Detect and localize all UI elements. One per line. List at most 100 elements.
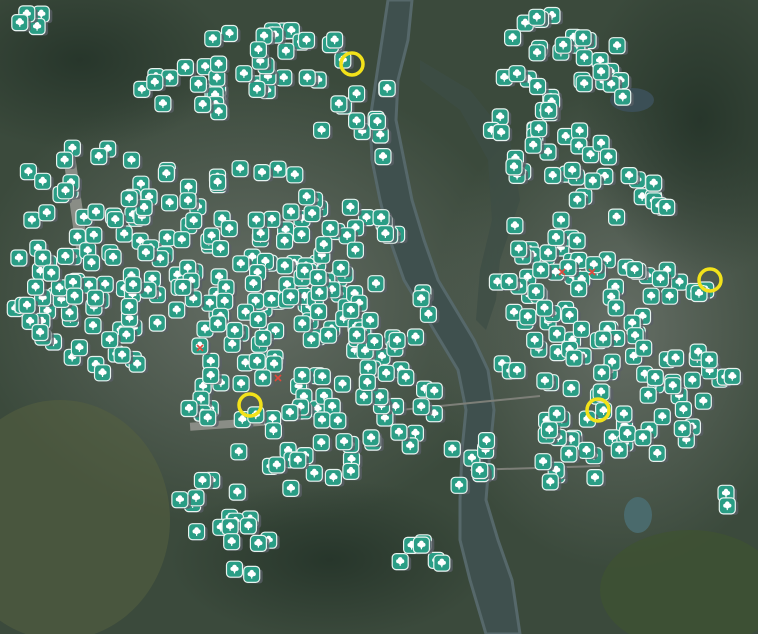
tree-marker[interactable] bbox=[377, 364, 398, 383]
tree-marker[interactable] bbox=[254, 329, 274, 348]
tree-marker[interactable] bbox=[547, 228, 567, 247]
tree-marker[interactable] bbox=[700, 351, 721, 369]
tree-marker[interactable] bbox=[249, 534, 270, 553]
tree-marker[interactable] bbox=[235, 65, 255, 83]
tree-marker[interactable] bbox=[220, 220, 241, 238]
tree-marker[interactable] bbox=[358, 373, 379, 392]
tree-marker[interactable] bbox=[161, 194, 181, 212]
tree-marker[interactable] bbox=[313, 368, 334, 386]
tree-marker[interactable] bbox=[253, 164, 273, 182]
tree-marker[interactable] bbox=[532, 261, 552, 279]
tree-marker[interactable] bbox=[376, 225, 397, 243]
tree-marker[interactable] bbox=[614, 88, 634, 107]
tree-marker[interactable] bbox=[492, 123, 513, 142]
tree-marker[interactable] bbox=[540, 421, 561, 439]
tree-marker[interactable] bbox=[527, 283, 547, 301]
tree-marker[interactable] bbox=[42, 264, 63, 283]
satellite-map-canvas[interactable] bbox=[0, 0, 758, 634]
tree-marker[interactable] bbox=[230, 443, 250, 461]
tree-marker[interactable] bbox=[683, 371, 704, 390]
tree-marker[interactable] bbox=[565, 349, 586, 368]
tree-marker[interactable] bbox=[362, 429, 383, 447]
tree-marker[interactable] bbox=[249, 311, 270, 329]
tree-marker[interactable] bbox=[223, 533, 243, 551]
tree-marker[interactable] bbox=[194, 95, 214, 114]
tree-marker[interactable] bbox=[536, 372, 556, 390]
tree-marker[interactable] bbox=[146, 73, 166, 92]
tree-marker[interactable] bbox=[31, 323, 52, 342]
tree-marker[interactable] bbox=[615, 405, 635, 423]
tree-marker[interactable] bbox=[524, 136, 545, 155]
tree-marker[interactable] bbox=[289, 451, 309, 470]
tree-marker[interactable] bbox=[443, 440, 464, 458]
tree-marker[interactable] bbox=[193, 471, 214, 490]
tree-marker[interactable] bbox=[86, 289, 107, 308]
tree-marker[interactable] bbox=[310, 303, 330, 321]
tree-marker[interactable] bbox=[367, 275, 387, 293]
tree-marker[interactable] bbox=[568, 191, 589, 210]
tree-marker[interactable] bbox=[232, 375, 253, 393]
tree-marker[interactable] bbox=[528, 77, 549, 96]
tree-marker[interactable] bbox=[70, 339, 91, 357]
tree-marker[interactable] bbox=[450, 476, 471, 495]
tree-marker[interactable] bbox=[26, 278, 47, 297]
tree-marker[interactable] bbox=[348, 85, 368, 103]
tree-marker[interactable] bbox=[534, 453, 555, 471]
tree-marker[interactable] bbox=[185, 212, 205, 230]
tree-marker[interactable] bbox=[568, 232, 589, 250]
tree-marker[interactable] bbox=[176, 58, 197, 77]
tree-marker[interactable] bbox=[148, 314, 169, 333]
tree-marker[interactable] bbox=[232, 255, 252, 273]
tree-marker[interactable] bbox=[292, 226, 313, 244]
tree-marker[interactable] bbox=[510, 240, 530, 258]
tree-marker[interactable] bbox=[117, 326, 138, 344]
tree-marker[interactable] bbox=[113, 346, 134, 365]
tree-marker[interactable] bbox=[10, 249, 30, 267]
tree-marker[interactable] bbox=[324, 468, 345, 487]
tree-marker[interactable] bbox=[585, 256, 605, 274]
tree-marker[interactable] bbox=[293, 366, 314, 385]
tree-marker[interactable] bbox=[673, 420, 694, 438]
tree-marker[interactable] bbox=[539, 244, 560, 262]
tree-marker[interactable] bbox=[226, 321, 246, 340]
tree-marker[interactable] bbox=[541, 473, 562, 491]
tree-marker[interactable] bbox=[124, 276, 145, 294]
tree-marker[interactable] bbox=[332, 259, 352, 278]
tree-marker[interactable] bbox=[243, 565, 263, 584]
tree-marker[interactable] bbox=[664, 377, 684, 395]
tree-marker[interactable] bbox=[528, 8, 548, 27]
tree-marker[interactable] bbox=[412, 536, 433, 555]
tree-marker[interactable] bbox=[645, 174, 665, 193]
tree-marker[interactable] bbox=[298, 69, 319, 87]
tree-marker[interactable] bbox=[220, 24, 241, 43]
tree-marker[interactable] bbox=[293, 315, 314, 333]
tree-marker[interactable] bbox=[562, 379, 583, 398]
tree-marker[interactable] bbox=[651, 270, 672, 288]
tree-marker[interactable] bbox=[374, 148, 394, 166]
tree-marker[interactable] bbox=[180, 399, 200, 418]
tree-marker[interactable] bbox=[56, 247, 77, 266]
tree-marker[interactable] bbox=[106, 211, 127, 229]
tree-marker[interactable] bbox=[653, 408, 674, 426]
tree-marker[interactable] bbox=[276, 257, 296, 275]
tree-marker[interactable] bbox=[607, 299, 628, 317]
tree-marker[interactable] bbox=[189, 75, 210, 94]
tree-marker[interactable] bbox=[120, 190, 141, 208]
tree-marker[interactable] bbox=[348, 326, 368, 344]
tree-marker[interactable] bbox=[390, 423, 410, 442]
tree-marker[interactable] bbox=[85, 226, 105, 245]
tree-marker[interactable] bbox=[500, 273, 521, 291]
tree-marker[interactable] bbox=[648, 444, 669, 463]
tree-marker[interactable] bbox=[346, 241, 367, 260]
tree-marker[interactable] bbox=[625, 261, 646, 279]
tree-marker[interactable] bbox=[228, 483, 249, 502]
tree-marker[interactable] bbox=[209, 315, 229, 333]
tree-marker[interactable] bbox=[540, 101, 560, 120]
tree-marker[interactable] bbox=[204, 30, 224, 48]
tree-marker[interactable] bbox=[248, 352, 269, 371]
tree-marker[interactable] bbox=[425, 382, 446, 400]
tree-marker[interactable] bbox=[639, 386, 660, 405]
tree-marker[interactable] bbox=[249, 41, 270, 59]
tree-marker[interactable] bbox=[173, 231, 193, 249]
tree-marker[interactable] bbox=[634, 429, 654, 447]
